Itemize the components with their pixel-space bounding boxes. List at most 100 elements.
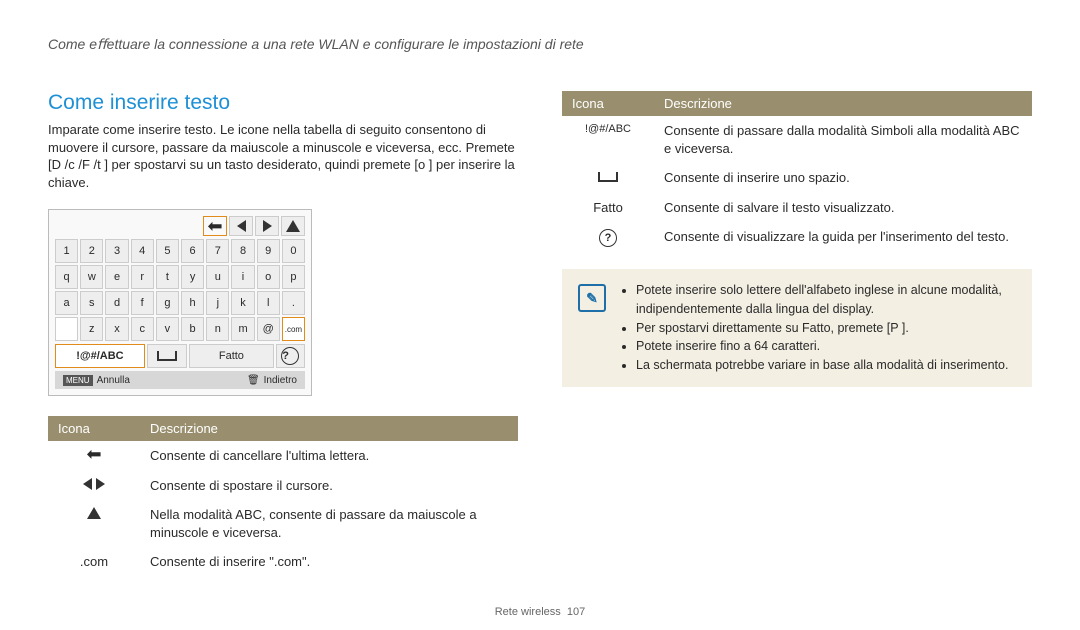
key: l — [257, 291, 280, 315]
footer: Rete wireless 107 — [0, 606, 1080, 618]
table-row: Nella modalità ABC, consente di passare … — [48, 500, 518, 547]
key-blank — [55, 317, 78, 341]
key: b — [181, 317, 204, 341]
forward-arrow-icon — [255, 216, 279, 236]
key: @ — [257, 317, 280, 341]
table-row: ? Consente di visualizzare la guida per … — [562, 222, 1032, 253]
key: o — [257, 265, 280, 289]
foot-annulla: Annulla — [97, 375, 130, 386]
desc: Consente di inserire uno spazio. — [654, 163, 1032, 193]
key: 3 — [105, 239, 128, 263]
key: p — [282, 265, 305, 289]
note-item: Per spostarvi direttamente su Fatto, pre… — [636, 319, 1016, 338]
key: x — [105, 317, 128, 341]
key: 2 — [80, 239, 103, 263]
table-row: .com Consente di inserire ".com". — [48, 547, 518, 577]
keyboard: ⬅ 1 2 3 4 5 6 7 8 9 — [48, 209, 312, 396]
desc: Consente di visualizzare la guida per l'… — [654, 222, 1032, 253]
desc: Consente di spostare il cursore. — [140, 471, 518, 501]
back-arrow-icon — [229, 216, 253, 236]
key: i — [231, 265, 254, 289]
key: w — [80, 265, 103, 289]
keyboard-row-3: a s d f g h j k l . — [55, 291, 305, 315]
keyboard-footer: MENU Annulla 🗑 Indietro — [55, 371, 305, 389]
key: z — [80, 317, 103, 341]
key: h — [181, 291, 204, 315]
keyboard-row-1: 1 2 3 4 5 6 7 8 9 0 — [55, 239, 305, 263]
key: s — [80, 291, 103, 315]
key: 1 — [55, 239, 78, 263]
key: 8 — [231, 239, 254, 263]
footer-section: Rete wireless — [495, 606, 561, 618]
key: q — [55, 265, 78, 289]
key: . — [282, 291, 305, 315]
space-icon — [562, 163, 654, 193]
backspace-icon: ⬅ — [48, 441, 140, 471]
key: d — [105, 291, 128, 315]
key: 9 — [257, 239, 280, 263]
key: e — [105, 265, 128, 289]
table-row: ⬅ Consente di cancellare l'ultima letter… — [48, 441, 518, 471]
note-list: Potete inserire solo lettere dell'alfabe… — [620, 281, 1016, 375]
section-title: Come inserire testo — [48, 91, 518, 115]
footer-page: 107 — [567, 606, 585, 618]
done-icon: Fatto — [562, 193, 654, 223]
backspace-icon: ⬅ — [203, 216, 227, 236]
shift-icon — [281, 216, 305, 236]
desc: Nella modalità ABC, consente di passare … — [140, 500, 518, 547]
key: y — [181, 265, 204, 289]
key: g — [156, 291, 179, 315]
key: r — [131, 265, 154, 289]
icon-table-left: Icona Descrizione ⬅ Consente di cancella… — [48, 416, 518, 577]
table-row: Consente di spostare il cursore. — [48, 471, 518, 501]
note-item: Potete inserire solo lettere dell'alfabe… — [636, 281, 1016, 319]
left-column: Come inserire testo Imparate come inseri… — [48, 91, 518, 577]
shift-icon — [48, 500, 140, 547]
desc: Consente di passare dalla modalità Simbo… — [654, 116, 1032, 163]
table-row: Fatto Consente di salvare il testo visua… — [562, 193, 1032, 223]
note-item: La schermata potrebbe variare in base al… — [636, 356, 1016, 375]
menu-tag: MENU — [63, 375, 93, 386]
key: j — [206, 291, 229, 315]
key-help: ? — [276, 344, 305, 368]
th-icon: Icona — [48, 416, 140, 441]
desc: Consente di salvare il testo visualizzat… — [654, 193, 1032, 223]
note-icon: ✎ — [578, 284, 606, 312]
key: k — [231, 291, 254, 315]
note-item: Potete inserire ﬁno a 64 caratteri. — [636, 337, 1016, 356]
key: u — [206, 265, 229, 289]
desc: Consente di inserire ".com". — [140, 547, 518, 577]
key: 6 — [181, 239, 204, 263]
key: a — [55, 291, 78, 315]
key: t — [156, 265, 179, 289]
intro-text: Imparate come inserire testo. Le icone n… — [48, 121, 518, 191]
cursor-move-icon — [48, 471, 140, 501]
th-desc: Descrizione — [140, 416, 518, 441]
foot-indietro: Indietro — [264, 375, 297, 386]
key: 7 — [206, 239, 229, 263]
trash-icon: 🗑 — [247, 375, 260, 386]
th-desc: Descrizione — [654, 91, 1032, 116]
key-com: .com — [282, 317, 305, 341]
table-row: Consente di inserire uno spazio. — [562, 163, 1032, 193]
desc: Consente di cancellare l'ultima lettera. — [140, 441, 518, 471]
key: f — [131, 291, 154, 315]
key: 5 — [156, 239, 179, 263]
mode-icon: !@#/ABC — [562, 116, 654, 163]
key-space — [147, 344, 187, 368]
table-row: !@#/ABC Consente di passare dalla modali… — [562, 116, 1032, 163]
key: n — [206, 317, 229, 341]
key: 4 — [131, 239, 154, 263]
keyboard-row-4: z x c v b n m @ .com — [55, 317, 305, 341]
key: m — [231, 317, 254, 341]
key-mode: !@#/ABC — [55, 344, 145, 368]
right-column: Icona Descrizione !@#/ABC Consente di pa… — [562, 91, 1032, 577]
breadcrumb: Come eﬀettuare la connessione a una rete… — [48, 36, 1032, 53]
key-done: Fatto — [189, 344, 273, 368]
help-icon: ? — [562, 222, 654, 253]
icon-table-right: Icona Descrizione !@#/ABC Consente di pa… — [562, 91, 1032, 253]
keyboard-row-2: q w e r t y u i o p — [55, 265, 305, 289]
key: v — [156, 317, 179, 341]
key: c — [131, 317, 154, 341]
th-icon: Icona — [562, 91, 654, 116]
